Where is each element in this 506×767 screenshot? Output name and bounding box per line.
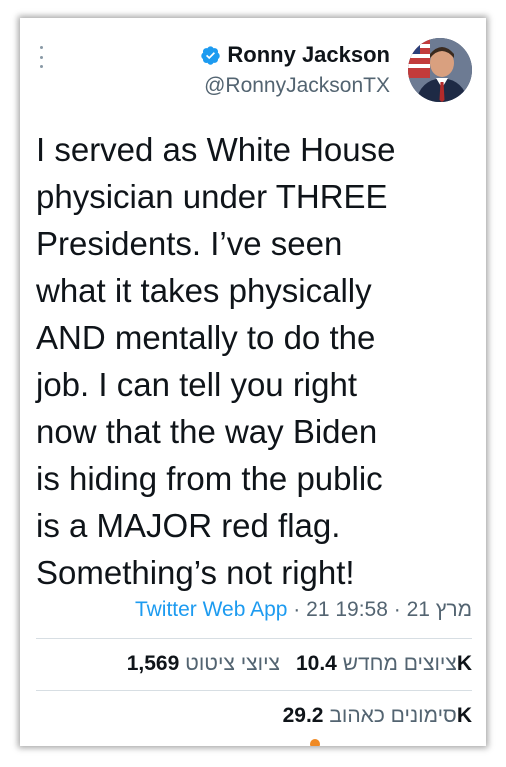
retweets-stat[interactable]: ציוצים מחדש 10.4K: [296, 652, 472, 676]
quotes-count: 1,569: [126, 652, 180, 675]
quotes-stat[interactable]: ציוצי ציטוט 1,569: [127, 652, 280, 676]
likes-stat[interactable]: סימונים כאהוב 29.2K: [283, 704, 472, 728]
retweet-stats-row: ציוצי ציטוט 1,569 ציוצים מחדש 10.4K: [127, 652, 472, 676]
likes-label: סימונים כאהוב: [329, 704, 457, 727]
tweet-text: I served as White House physician under …: [36, 131, 396, 591]
author-handle[interactable]: @RonnyJacksonTX: [200, 74, 390, 98]
tweet-time[interactable]: 19:58: [335, 598, 388, 621]
likes-stats-row: סימונים כאהוב 29.2K: [283, 704, 472, 728]
author-display-name[interactable]: Ronny Jackson: [227, 42, 390, 68]
tweet-meta: Twitter Web App · 21 מרץ 21 · 19:58: [135, 598, 472, 622]
divider: [36, 638, 472, 639]
retweets-label: ציוצים מחדש: [342, 652, 457, 675]
more-options-icon[interactable]: [38, 46, 44, 68]
tweet-source-link[interactable]: Twitter Web App: [135, 598, 288, 621]
meta-separator: ·: [287, 598, 307, 621]
meta-separator: ·: [387, 598, 407, 621]
avatar-photo: [408, 38, 472, 102]
author-info[interactable]: Ronny Jackson @RonnyJacksonTX: [200, 42, 390, 98]
verified-badge-icon: [201, 45, 221, 65]
tweet-card: Ronny Jackson @RonnyJacksonTX I served a…: [20, 18, 486, 746]
divider: [36, 690, 472, 691]
scroll-indicator-dot: [310, 739, 320, 746]
avatar[interactable]: [408, 38, 472, 102]
quotes-label: ציוצי ציטוט: [185, 652, 280, 675]
